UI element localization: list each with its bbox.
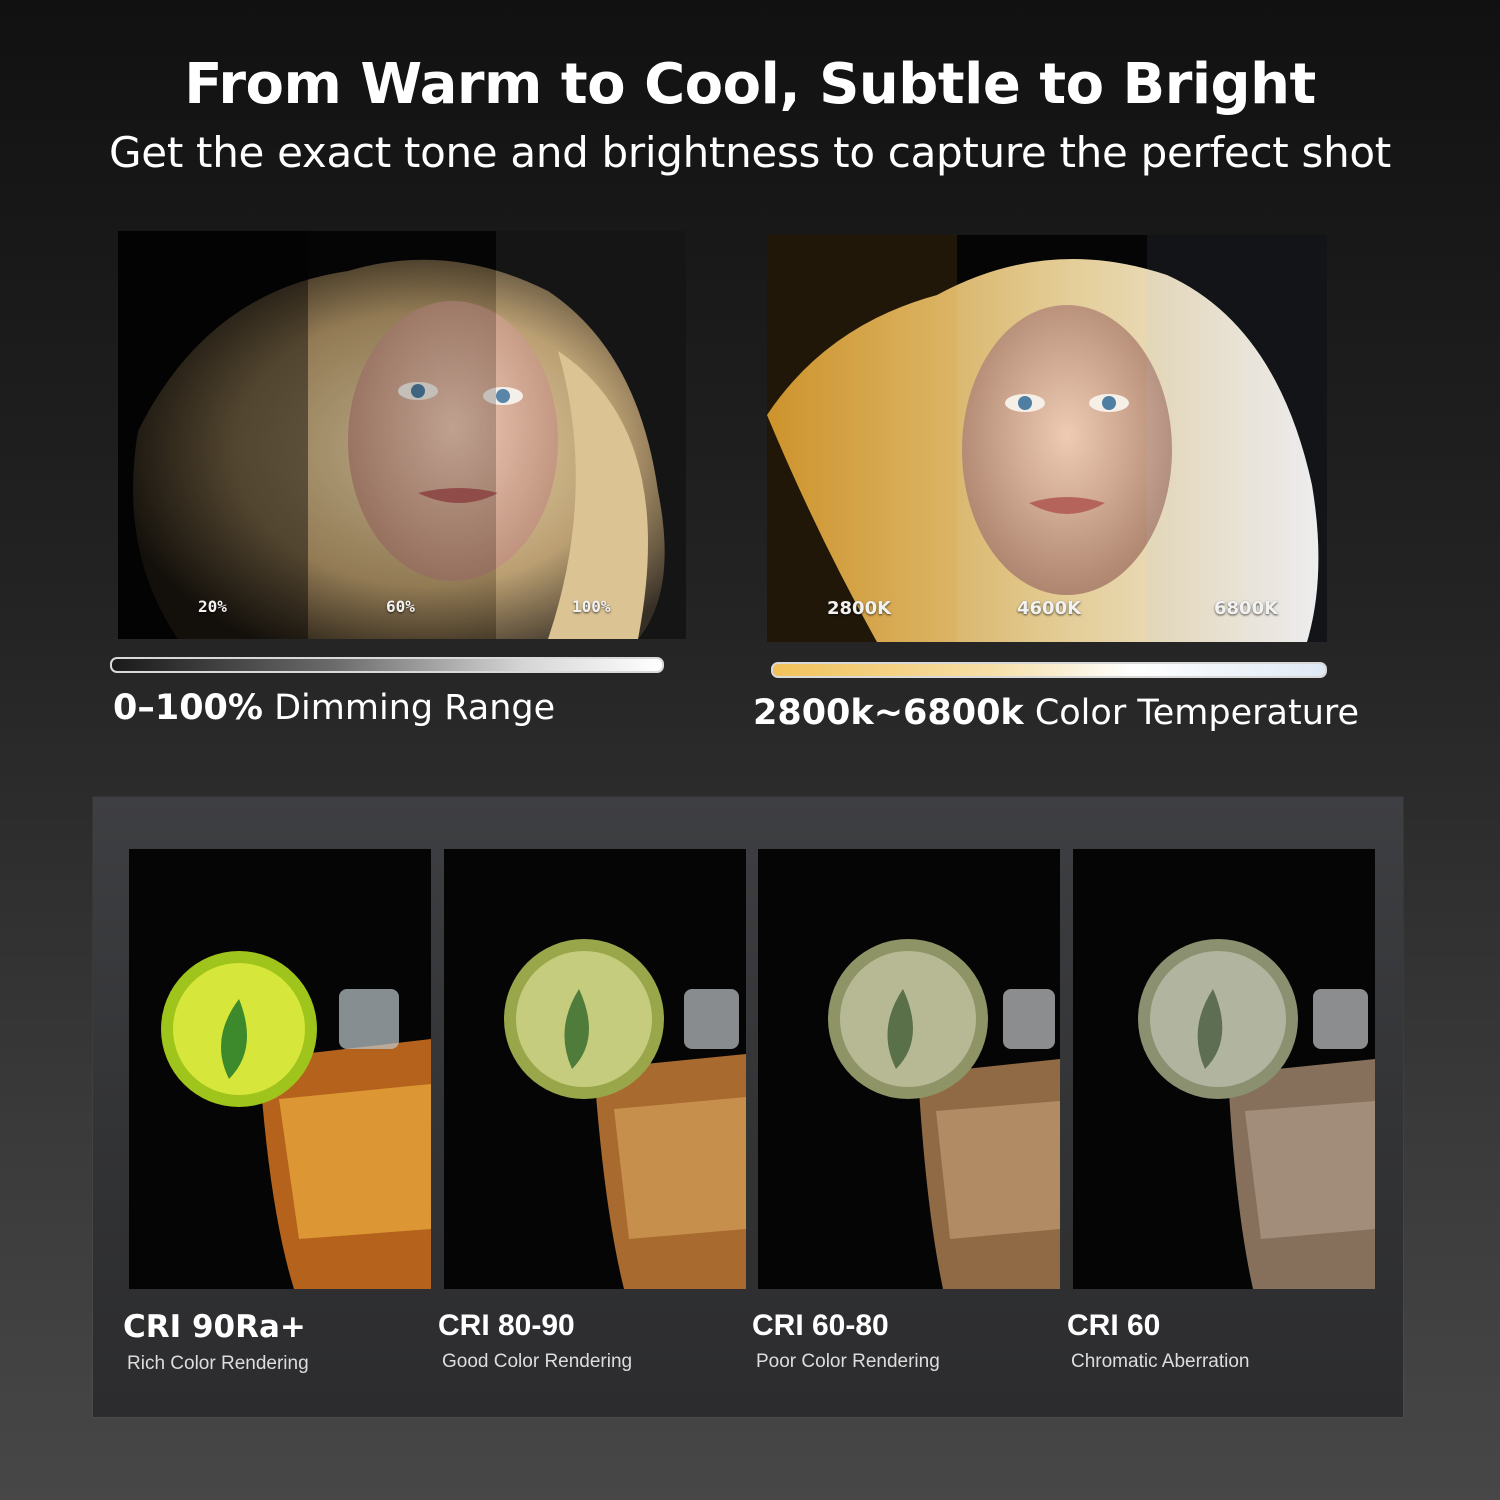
cri-60-80-title: CRI 60-80	[752, 1309, 889, 1342]
temperature-portrait-image: 2800K 4600K 6800K	[767, 235, 1327, 642]
page-subtitle: Get the exact tone and brightness to cap…	[109, 128, 1391, 177]
temp-level-4600: 4600K	[1017, 598, 1082, 619]
dim-level-20: 20%	[198, 597, 227, 616]
cri-80-90-title: CRI 80-90	[438, 1309, 575, 1342]
cri-90-subtitle: Rich Color Rendering	[127, 1353, 309, 1374]
dimming-caption: 0–100% Dimming Range	[113, 688, 555, 728]
temperature-caption-strong: 2800k~6800k	[753, 693, 1024, 733]
cri-90-drink-image	[129, 849, 431, 1289]
dimming-gradient-bar	[110, 657, 664, 673]
cri-card-60-80: CRI 60-80 Poor Color Rendering	[752, 849, 1060, 1373]
cri-60-title: CRI 60	[1067, 1309, 1161, 1342]
cri-60-80-subtitle: Poor Color Rendering	[756, 1351, 940, 1372]
dimming-caption-strong: 0–100%	[113, 688, 263, 728]
cri-comparison-panel: CRI 90Ra+ Rich Color Rendering CRI 80-90…	[93, 797, 1403, 1417]
temp-level-2800: 2800K	[827, 598, 892, 619]
cri-90-title: CRI 90Ra+	[123, 1309, 306, 1345]
temperature-gradient-bar	[771, 662, 1327, 678]
page-title: From Warm to Cool, Subtle to Bright	[184, 52, 1316, 117]
cri-80-90-drink-image	[444, 849, 746, 1289]
cri-80-90-subtitle: Good Color Rendering	[442, 1351, 633, 1372]
cri-60-subtitle: Chromatic Aberration	[1071, 1351, 1250, 1372]
cri-60-drink-image	[1073, 849, 1375, 1289]
temperature-caption: 2800k~6800k Color Temperature	[753, 693, 1359, 733]
dim-level-60: 60%	[386, 597, 415, 616]
cri-60-80-drink-image	[758, 849, 1060, 1289]
dimming-portrait-image: 20% 60% 100%	[118, 231, 686, 639]
temperature-caption-rest: Color Temperature	[1023, 693, 1360, 733]
cri-card-90: CRI 90Ra+ Rich Color Rendering	[123, 849, 431, 1375]
dimming-caption-rest: Dimming Range	[262, 688, 556, 728]
dim-level-100: 100%	[572, 597, 611, 616]
cri-card-60: CRI 60 Chromatic Aberration	[1067, 849, 1375, 1373]
temp-level-6800: 6800K	[1214, 598, 1279, 619]
cri-card-80-90: CRI 80-90 Good Color Rendering	[438, 849, 746, 1373]
